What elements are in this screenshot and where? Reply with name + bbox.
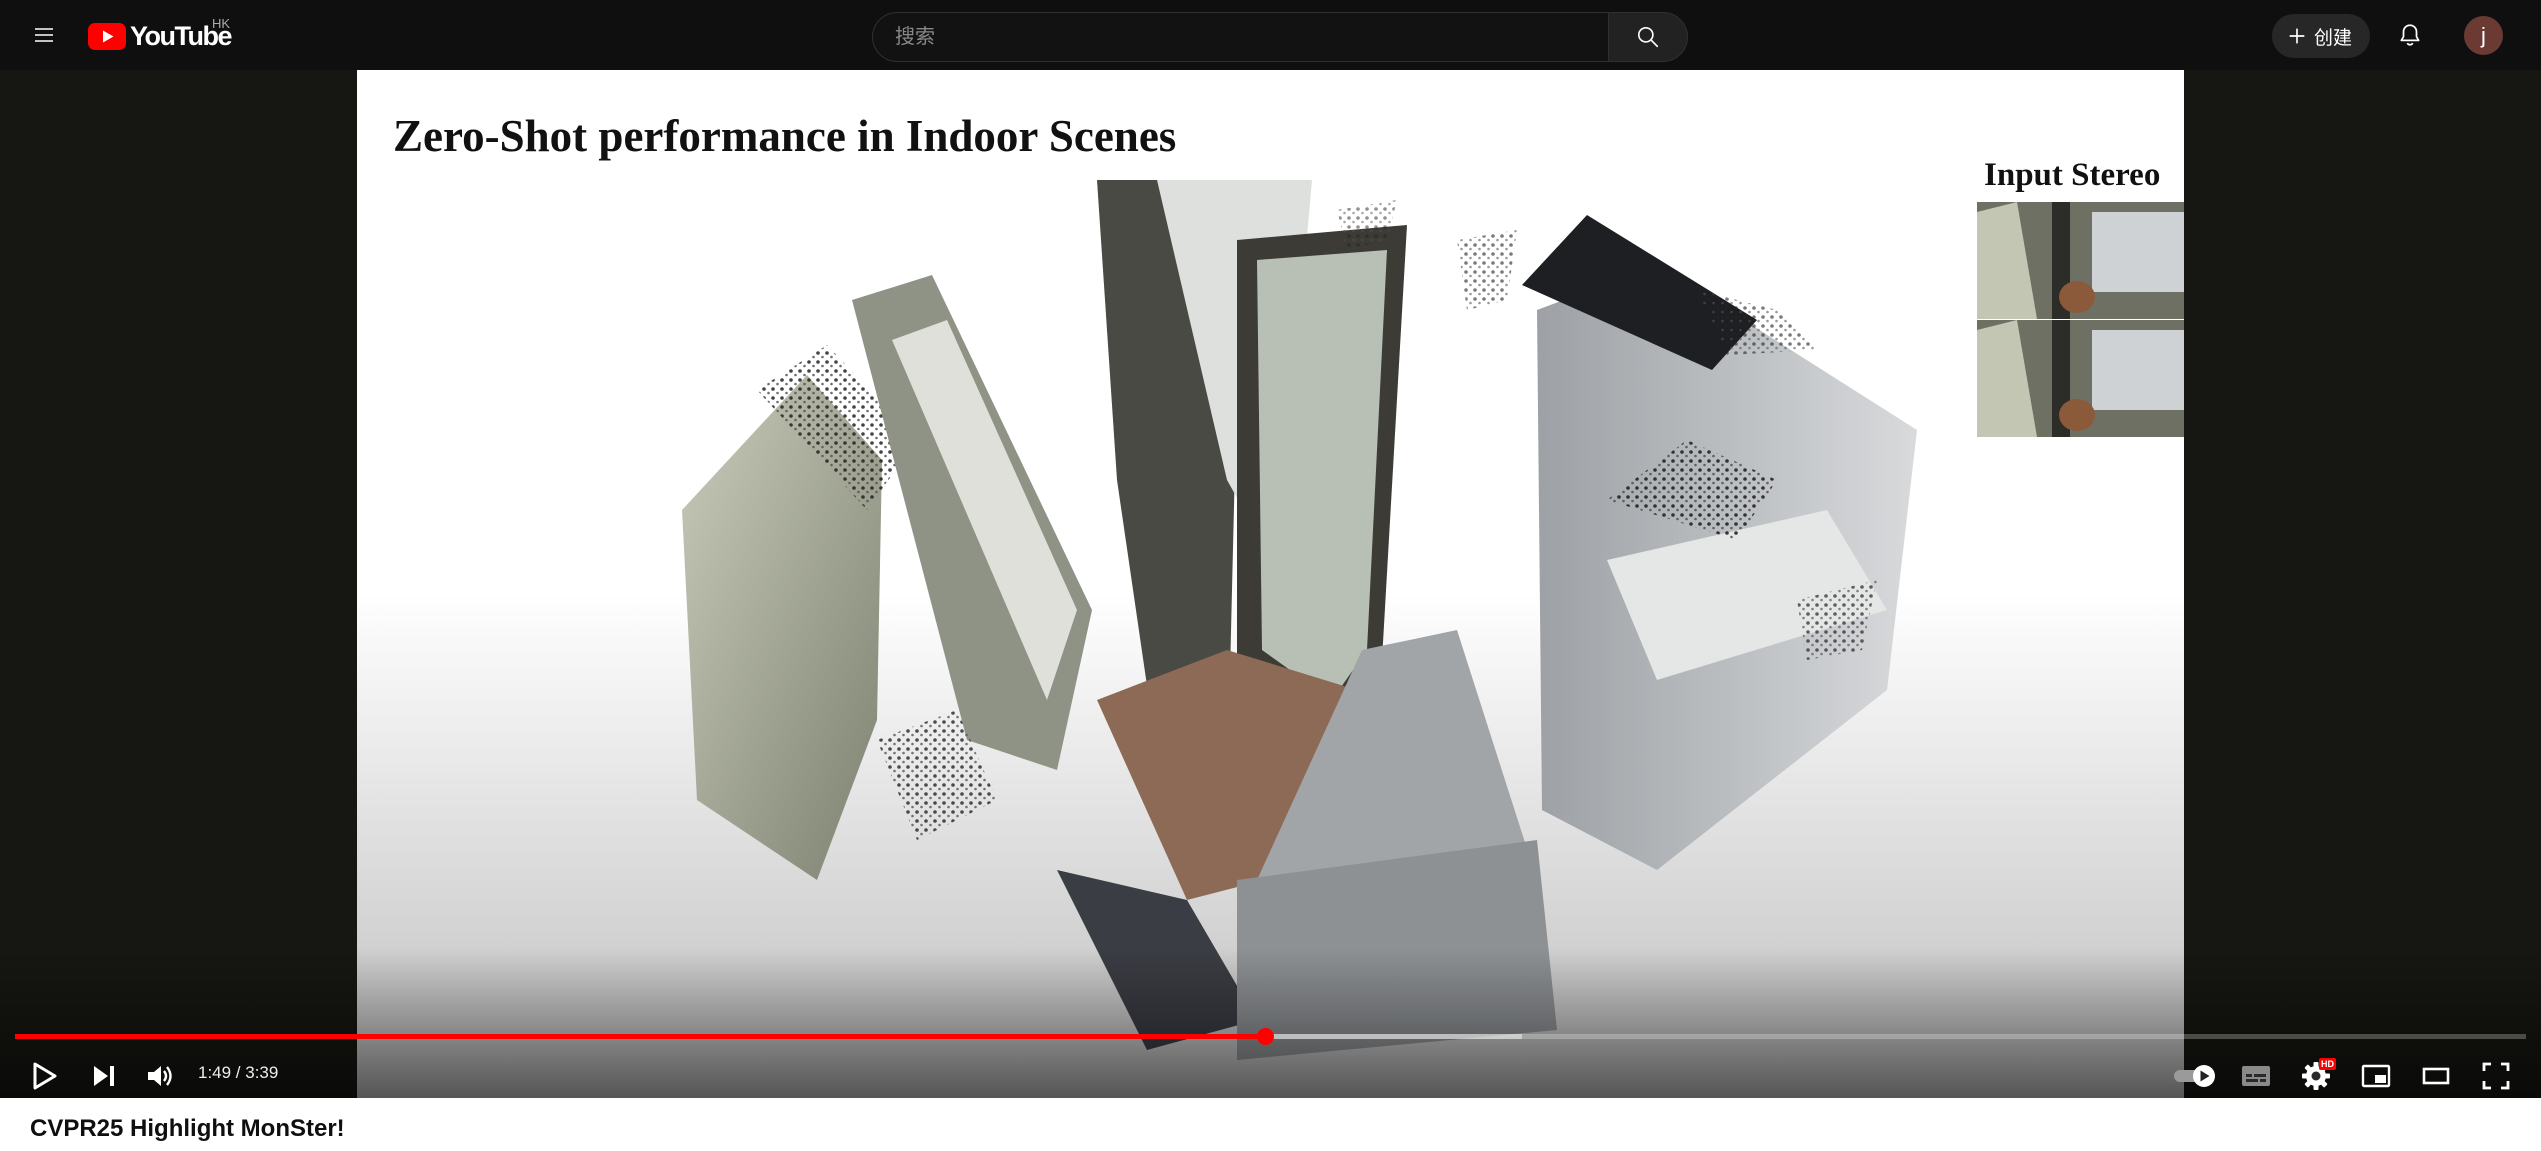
next-button[interactable] — [80, 1052, 128, 1098]
mute-button[interactable] — [136, 1052, 184, 1098]
theater-mode-button[interactable] — [2412, 1052, 2460, 1098]
scrubber-handle[interactable] — [1256, 1028, 1274, 1045]
hamburger-menu-icon — [35, 28, 53, 42]
input-stereo-label: Input Stereo — [1984, 157, 2161, 193]
video-title: CVPR25 Highlight MonSter! — [30, 1115, 345, 1142]
volume-icon — [148, 1066, 172, 1086]
notifications-button[interactable] — [2390, 15, 2430, 55]
settings-button[interactable]: HD — [2292, 1052, 2340, 1098]
slide-title: Zero-Shot performance in Indoor Scenes — [393, 111, 1177, 161]
autoplay-toggle[interactable] — [2168, 1052, 2224, 1098]
play-icon — [33, 1062, 57, 1090]
subtitles-icon — [2242, 1066, 2270, 1086]
youtube-logo[interactable]: YouTube HK — [88, 16, 232, 51]
region-code: HK — [212, 16, 231, 31]
miniplayer-icon — [2361, 1064, 2391, 1088]
bell-icon — [2400, 24, 2420, 46]
miniplayer-button[interactable] — [2352, 1052, 2400, 1098]
point-cloud-scene-image — [357, 180, 2184, 1098]
account-avatar[interactable]: j — [2464, 16, 2503, 55]
theater-mode-icon — [2422, 1067, 2450, 1085]
play-button[interactable] — [20, 1052, 68, 1098]
subtitles-button[interactable] — [2232, 1052, 2280, 1098]
autoplay-toggle-icon — [2174, 1065, 2215, 1087]
video-frame[interactable]: Zero-Shot performance in Indoor Scenes I… — [357, 70, 2184, 1098]
search-input[interactable] — [872, 12, 1610, 62]
guide-menu-button[interactable] — [24, 15, 64, 55]
video-player[interactable]: Zero-Shot performance in Indoor Scenes I… — [0, 70, 2541, 1098]
fullscreen-icon — [2482, 1062, 2510, 1090]
progress-played — [15, 1034, 1265, 1039]
plus-icon — [2289, 28, 2305, 44]
hd-badge: HD — [2319, 1058, 2336, 1070]
progress-bar[interactable] — [15, 1028, 2526, 1045]
search-button[interactable] — [1608, 12, 1688, 62]
search-icon — [1637, 26, 1659, 48]
create-button[interactable]: 创建 — [2272, 14, 2371, 58]
fullscreen-button[interactable] — [2472, 1052, 2520, 1098]
masthead: YouTube HK 创建 j — [0, 0, 2541, 70]
create-label: 创建 — [2314, 27, 2353, 49]
input-stereo-thumbnail — [1977, 202, 2184, 437]
time-display: 1:49 / 3:39 — [198, 1063, 279, 1082]
skip-next-icon — [94, 1066, 114, 1086]
youtube-play-logo-icon — [88, 22, 126, 50]
